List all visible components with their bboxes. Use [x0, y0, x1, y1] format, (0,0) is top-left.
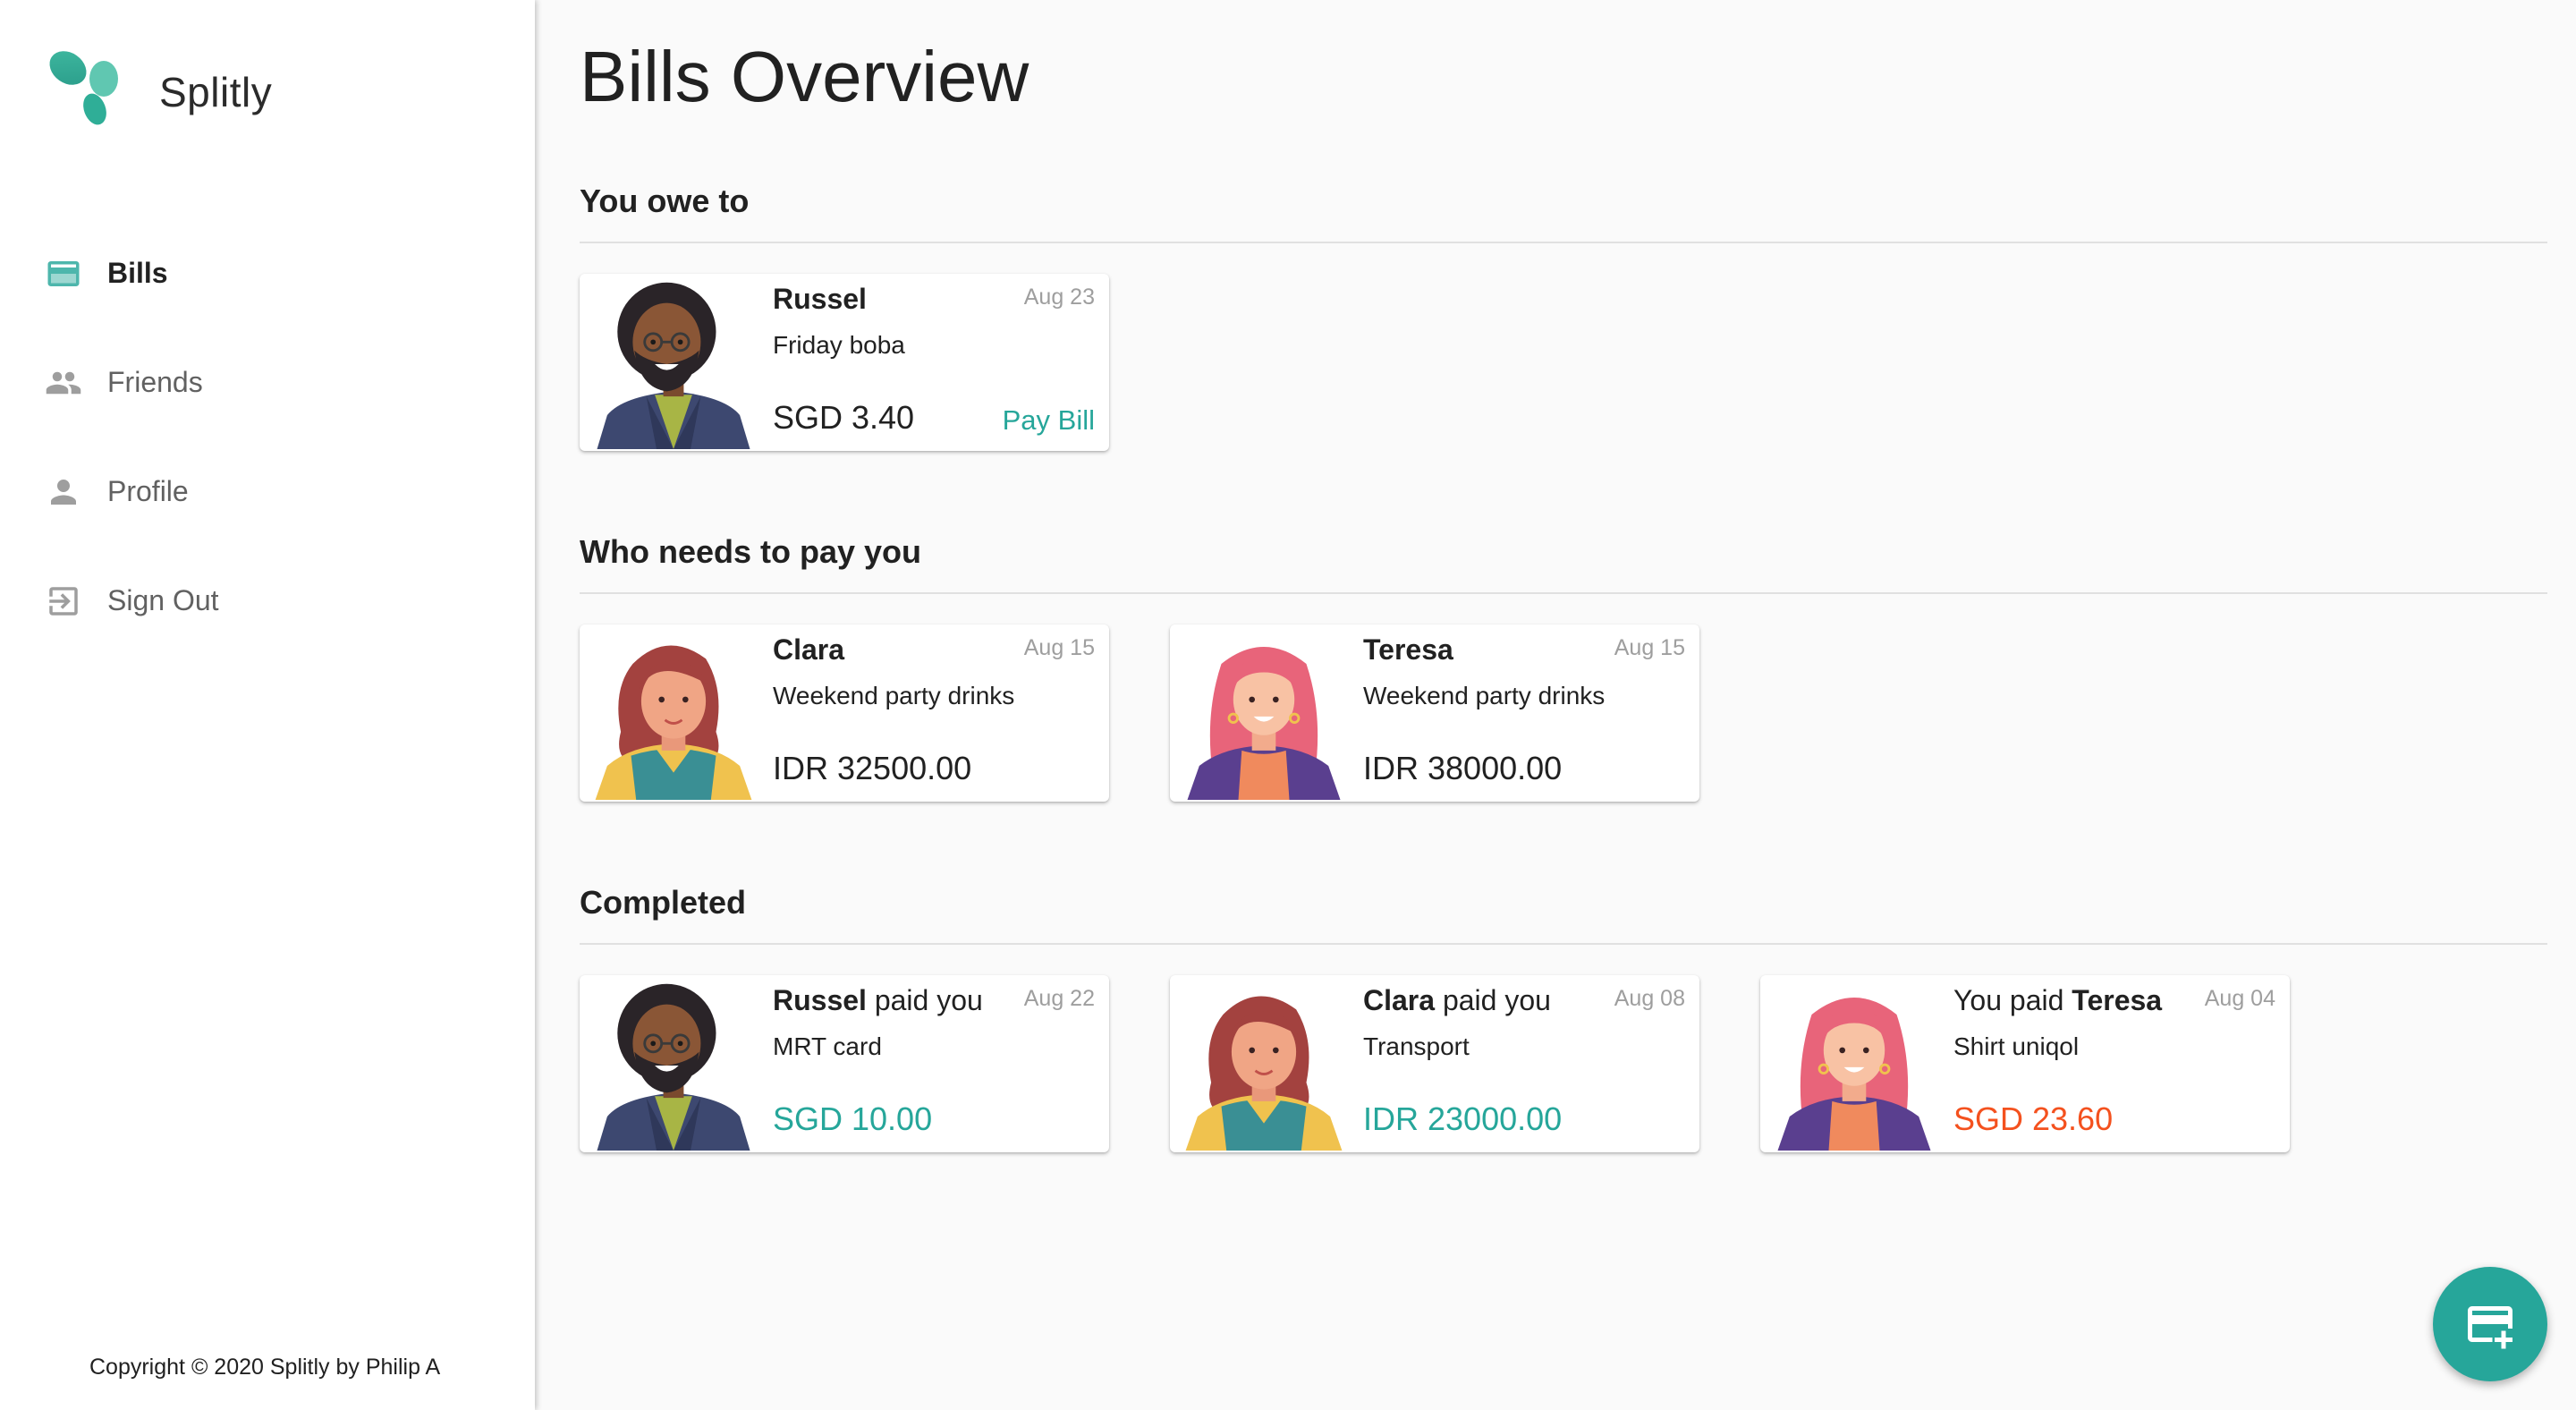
- divider: [580, 592, 2547, 594]
- card-name: Clara: [773, 633, 845, 666]
- section-title-completed: Completed: [580, 884, 747, 921]
- brand[interactable]: Splitly: [43, 41, 272, 131]
- people-icon: [46, 371, 81, 395]
- card-description: Shirt uniqol: [1953, 1032, 2080, 1060]
- exit-icon: [49, 587, 78, 616]
- card-description: Friday boba: [773, 331, 905, 359]
- clara-avatar: [1179, 979, 1349, 1152]
- divider: [580, 943, 2547, 945]
- teresa-avatar: [1179, 628, 1349, 802]
- card-date: Aug 23: [1023, 285, 1095, 310]
- card-date: Aug 15: [1023, 635, 1095, 660]
- sidebar-item-profile[interactable]: Profile: [0, 437, 535, 546]
- card-date: Aug 08: [1614, 986, 1685, 1011]
- card-amount: IDR 38000.00: [1363, 750, 1563, 786]
- card-date: Aug 22: [1023, 986, 1095, 1011]
- sidebar-item-label: Bills: [107, 256, 168, 289]
- sidebar: Splitly Bills Friends Profile Sign Out C…: [0, 0, 535, 1410]
- person-icon: [51, 480, 76, 505]
- bill-card-receivable[interactable]: Clara Aug 15 Weekend party drinks IDR 32…: [580, 624, 1109, 802]
- credit-card-icon: [47, 261, 80, 286]
- clara-avatar: [589, 628, 758, 802]
- card-amount: SGD 23.60: [1953, 1100, 2114, 1137]
- sidebar-item-label: Profile: [107, 474, 189, 507]
- russel-avatar: [589, 979, 758, 1152]
- card-amount: SGD 3.40: [773, 399, 915, 436]
- card-name: Teresa: [1363, 633, 1453, 666]
- section-title-receivable: Who needs to pay you: [580, 533, 922, 570]
- russel-avatar: [589, 277, 758, 451]
- card-description: MRT card: [773, 1032, 882, 1060]
- card-name: Clara paid you: [1363, 984, 1551, 1016]
- sidebar-item-label: Friends: [107, 365, 203, 398]
- card-date: Aug 04: [2204, 986, 2275, 1011]
- sidebar-item-friends[interactable]: Friends: [0, 327, 535, 437]
- divider: [580, 242, 2547, 243]
- card-amount: IDR 23000.00: [1363, 1100, 1563, 1137]
- card-name: Russel paid you: [773, 984, 983, 1016]
- card-name: Russel: [773, 283, 867, 315]
- bill-card-completed[interactable]: Russel paid you Aug 22 MRT card SGD 10.0…: [580, 975, 1109, 1152]
- bill-card-completed[interactable]: Clara paid you Aug 08 Transport IDR 2300…: [1170, 975, 1699, 1152]
- bill-card-completed[interactable]: You paid Teresa Aug 04 Shirt uniqol SGD …: [1760, 975, 2290, 1152]
- teresa-avatar: [1769, 979, 1939, 1152]
- card-name: You paid Teresa: [1953, 984, 2163, 1016]
- card-description: Transport: [1363, 1032, 1470, 1060]
- bill-card-receivable[interactable]: Teresa Aug 15 Weekend party drinks IDR 3…: [1170, 624, 1699, 802]
- add-bill-button[interactable]: [2433, 1267, 2547, 1381]
- copyright-text: Copyright © 2020 Splitly by Philip A: [89, 1355, 441, 1380]
- sidebar-item-sign-out[interactable]: Sign Out: [0, 546, 535, 655]
- sidebar-nav: Bills Friends Profile Sign Out: [0, 218, 535, 655]
- page-title: Bills Overview: [580, 37, 1030, 116]
- card-amount: SGD 10.00: [773, 1100, 933, 1137]
- sidebar-item-bills[interactable]: Bills: [0, 218, 535, 327]
- brand-name: Splitly: [159, 69, 273, 115]
- card-description: Weekend party drinks: [773, 682, 1015, 709]
- card-amount: IDR 32500.00: [773, 750, 972, 786]
- pay-bill-button[interactable]: Pay Bill: [1003, 404, 1095, 437]
- splitly-logo-icon: [49, 51, 118, 125]
- section-title-owe: You owe to: [580, 183, 750, 219]
- sidebar-item-label: Sign Out: [107, 583, 219, 616]
- bill-card-owe[interactable]: Russel Aug 23 Friday boba SGD 3.40 Pay B…: [580, 274, 1109, 451]
- add-bill-icon: [2468, 1306, 2512, 1349]
- card-date: Aug 15: [1614, 635, 1685, 660]
- card-description: Weekend party drinks: [1363, 682, 1606, 709]
